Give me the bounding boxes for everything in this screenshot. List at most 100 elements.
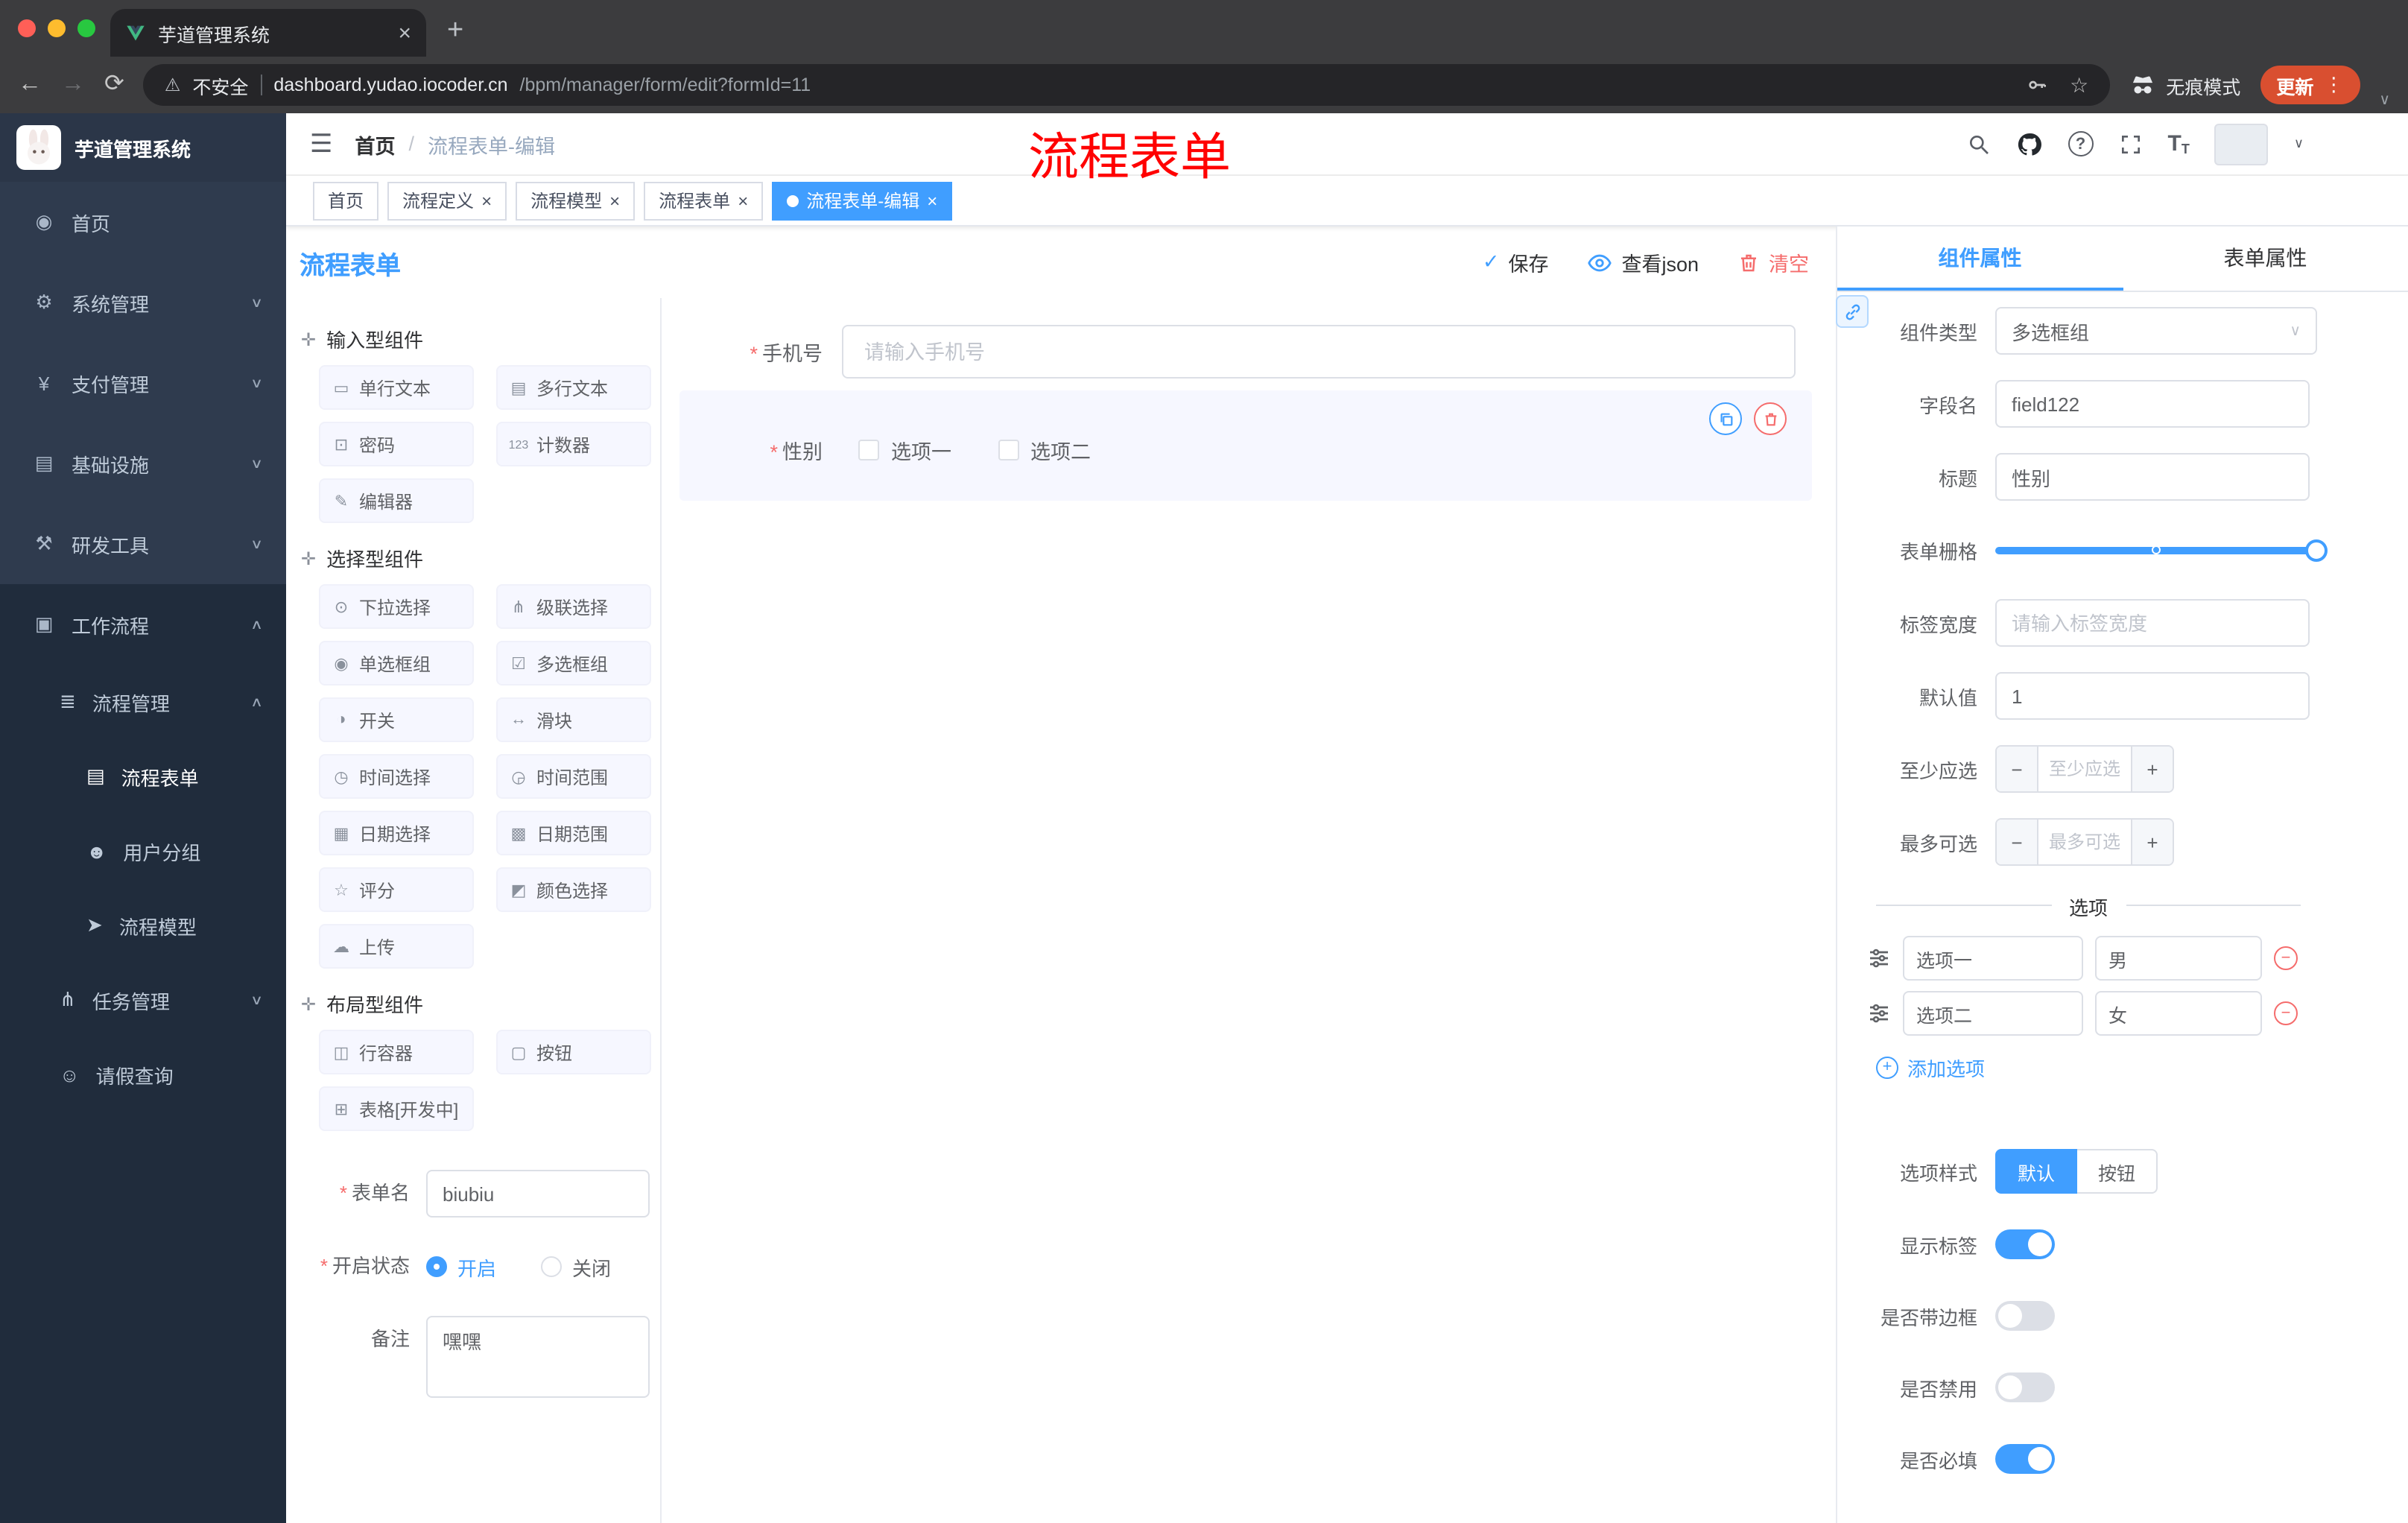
- remark-textarea[interactable]: 嘿嘿: [426, 1316, 650, 1398]
- palette-item-color-picker[interactable]: ◩ 颜色选择: [496, 867, 651, 912]
- drag-handle-icon[interactable]: [1867, 946, 1891, 970]
- clear-button[interactable]: 清空: [1737, 247, 1809, 277]
- phone-field-row[interactable]: * 手机号: [679, 325, 1812, 379]
- palette-item-radio-group[interactable]: ◉ 单选框组: [319, 641, 474, 685]
- palette-item-switch[interactable]: ◑ 开关: [319, 697, 474, 742]
- radio-disabled[interactable]: 关闭: [541, 1253, 611, 1281]
- minimize-window-button[interactable]: [48, 19, 66, 37]
- tag-home[interactable]: 首页: [313, 181, 379, 220]
- palette-item-textarea[interactable]: ▤ 多行文本: [496, 365, 651, 410]
- avatar-caret-icon[interactable]: ∨: [2294, 136, 2304, 152]
- delete-component-button[interactable]: [1754, 402, 1787, 435]
- option-label-input[interactable]: [1903, 936, 2083, 981]
- form-name-input[interactable]: [426, 1170, 650, 1218]
- style-default-button[interactable]: 默认: [1995, 1149, 2078, 1194]
- palette-item-time-picker[interactable]: ◷ 时间选择: [319, 754, 474, 799]
- tag-close-icon[interactable]: ×: [609, 190, 620, 211]
- palette-item-date-range[interactable]: ▩ 日期范围: [496, 811, 651, 855]
- remove-option-icon[interactable]: −: [2274, 946, 2298, 970]
- tag-close-icon[interactable]: ×: [927, 190, 937, 211]
- sidebar-item-home[interactable]: ◉ 首页: [0, 182, 286, 262]
- zoom-window-button[interactable]: [77, 19, 95, 37]
- new-tab-button[interactable]: +: [447, 16, 463, 57]
- close-window-button[interactable]: [18, 19, 36, 37]
- phone-input[interactable]: [842, 325, 1796, 379]
- palette-item-time-range[interactable]: ◶ 时间范围: [496, 754, 651, 799]
- sidebar-item-process-mgmt[interactable]: ≣ 流程管理 ∧: [0, 665, 286, 739]
- breadcrumb-home[interactable]: 首页: [355, 129, 396, 159]
- fullscreen-icon[interactable]: [2118, 132, 2142, 156]
- option-label-input[interactable]: [1903, 991, 2083, 1036]
- field-name-input[interactable]: [1995, 380, 2310, 428]
- palette-item-rate[interactable]: ☆ 评分: [319, 867, 474, 912]
- palette-item-counter[interactable]: 123 计数器: [496, 422, 651, 466]
- sidebar-item-payment[interactable]: ¥ 支付管理 ∨: [0, 343, 286, 423]
- palette-item-table[interactable]: ⊞ 表格[开发中]: [319, 1086, 474, 1131]
- label-width-input[interactable]: [1995, 599, 2310, 647]
- bookmark-star-icon[interactable]: ☆: [2070, 72, 2088, 98]
- required-toggle[interactable]: [1995, 1444, 2055, 1474]
- min-select-input[interactable]: [2038, 747, 2131, 791]
- tag-process-model[interactable]: 流程模型 ×: [516, 181, 636, 220]
- tag-process-form-edit[interactable]: 流程表单-编辑 ×: [772, 181, 953, 220]
- slider-handle[interactable]: [2305, 539, 2328, 561]
- chrome-caret-icon[interactable]: ∨: [2379, 92, 2390, 109]
- sidebar-item-process-model[interactable]: ➤ 流程模型: [0, 888, 286, 963]
- default-value-input[interactable]: [1995, 672, 2310, 720]
- sidebar-item-leave-query[interactable]: ☺ 请假查询: [0, 1037, 286, 1112]
- decrease-button[interactable]: −: [1997, 747, 2038, 791]
- tag-process-definition[interactable]: 流程定义 ×: [387, 181, 507, 220]
- palette-item-cascader[interactable]: ⋔ 级联选择: [496, 584, 651, 629]
- palette-item-select[interactable]: ⊙ 下拉选择: [319, 584, 474, 629]
- tab-close-icon[interactable]: ×: [398, 22, 411, 44]
- option-value-input[interactable]: [2095, 936, 2262, 981]
- decrease-button[interactable]: −: [1997, 820, 2038, 864]
- tab-form-props[interactable]: 表单属性: [2123, 227, 2408, 291]
- password-key-icon[interactable]: [2025, 73, 2049, 97]
- palette-item-checkbox-group[interactable]: ☑ 多选框组: [496, 641, 651, 685]
- browser-tab[interactable]: 芋道管理系统 ×: [110, 9, 426, 57]
- tag-close-icon[interactable]: ×: [481, 190, 492, 211]
- reload-icon[interactable]: ⟳: [104, 72, 124, 97]
- avatar[interactable]: [2214, 123, 2269, 165]
- tag-process-form[interactable]: 流程表单 ×: [644, 181, 764, 220]
- back-icon[interactable]: ←: [18, 72, 42, 97]
- drag-handle-icon[interactable]: [1867, 1001, 1891, 1025]
- form-grid-slider[interactable]: [1995, 526, 2328, 574]
- copy-component-button[interactable]: [1709, 402, 1742, 435]
- palette-item-date-picker[interactable]: ▦ 日期选择: [319, 811, 474, 855]
- style-button-button[interactable]: 按钮: [2077, 1149, 2158, 1194]
- forward-icon[interactable]: →: [61, 72, 85, 97]
- update-button[interactable]: 更新 ⋮: [2260, 66, 2360, 104]
- sidebar-item-devtools[interactable]: ⚒ 研发工具 ∨: [0, 504, 286, 584]
- address-bar[interactable]: ⚠ 不安全 dashboard.yudao.iocoder.cn/bpm/man…: [143, 64, 2110, 106]
- checkbox-option-2[interactable]: 选项二: [998, 435, 1091, 465]
- palette-item-upload[interactable]: ☁ 上传: [319, 924, 474, 969]
- tab-component-props[interactable]: 组件属性: [1837, 227, 2123, 291]
- checkbox-icon[interactable]: [998, 440, 1018, 460]
- option-value-input[interactable]: [2095, 991, 2262, 1036]
- title-input[interactable]: [1995, 453, 2310, 501]
- increase-button[interactable]: +: [2131, 747, 2173, 791]
- increase-button[interactable]: +: [2131, 820, 2173, 864]
- browser-menu-icon[interactable]: ⋮: [2324, 73, 2343, 97]
- form-canvas[interactable]: * 手机号 请输入手机号 * 性别 选项一 选项二: [662, 298, 1836, 1523]
- view-json-button[interactable]: 查看json: [1587, 247, 1699, 277]
- palette-item-slider[interactable]: ↔ 滑块: [496, 697, 651, 742]
- gender-field-row[interactable]: * 性别 选项一 选项二: [679, 435, 1794, 465]
- help-icon[interactable]: ?: [2068, 131, 2094, 156]
- border-toggle[interactable]: [1995, 1301, 2055, 1331]
- search-icon[interactable]: [1966, 132, 1990, 156]
- palette-item-editor[interactable]: ✎ 编辑器: [319, 478, 474, 523]
- radio-enabled[interactable]: 开启: [426, 1253, 496, 1281]
- security-label[interactable]: 不安全: [192, 71, 248, 99]
- tag-close-icon[interactable]: ×: [738, 190, 748, 211]
- link-icon[interactable]: [1836, 295, 1869, 328]
- checkbox-option-1[interactable]: 选项一: [858, 435, 951, 465]
- palette-item-button[interactable]: ▢ 按钮: [496, 1030, 651, 1074]
- sidebar-item-workflow[interactable]: ▣ 工作流程 ∧: [0, 584, 286, 665]
- sidebar-item-task-mgmt[interactable]: ⋔ 任务管理 ∨: [0, 963, 286, 1037]
- save-button[interactable]: ✓ 保存: [1483, 247, 1549, 277]
- max-select-input[interactable]: [2038, 820, 2131, 864]
- remove-option-icon[interactable]: −: [2274, 1001, 2298, 1025]
